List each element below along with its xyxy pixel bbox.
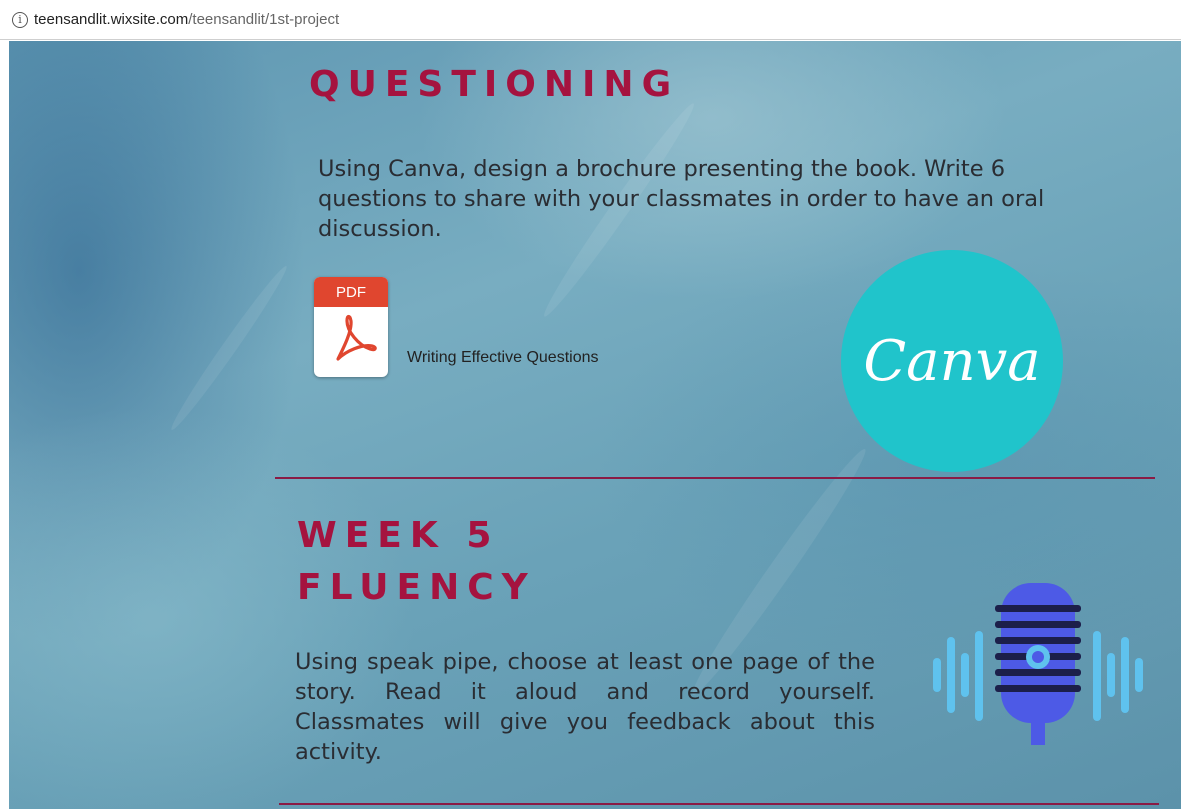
questioning-text: Using Canva, design a brochure presentin… — [318, 156, 1045, 242]
url-host: teensandlit.wixsite.com — [34, 11, 189, 28]
pdf-link[interactable]: Writing Effective Questions — [407, 349, 599, 367]
background-streak — [165, 262, 293, 434]
microphone-icon — [933, 583, 1143, 745]
info-icon[interactable]: i — [12, 11, 28, 28]
section-divider-bottom — [279, 803, 1159, 805]
fluency-text: Using speak pipe, choose at least one pa… — [295, 649, 875, 765]
canva-logo-text: Canva — [863, 328, 1041, 394]
page-content: QUESTIONING Using Canva, design a brochu… — [9, 41, 1181, 809]
questioning-heading: QUESTIONING — [309, 64, 680, 105]
section-divider — [275, 477, 1155, 479]
url-path: /teensandlit/1st-project — [188, 11, 340, 28]
week5-heading: WEEK 5 — [297, 515, 500, 556]
fluency-heading: FLUENCY — [297, 567, 536, 608]
pdf-icon[interactable]: PDF — [314, 277, 388, 377]
address-bar[interactable]: i teensandlit.wixsite.com/teensandlit/1s… — [0, 0, 1181, 40]
acrobat-icon — [336, 314, 377, 361]
canva-logo: Canva — [841, 250, 1063, 472]
